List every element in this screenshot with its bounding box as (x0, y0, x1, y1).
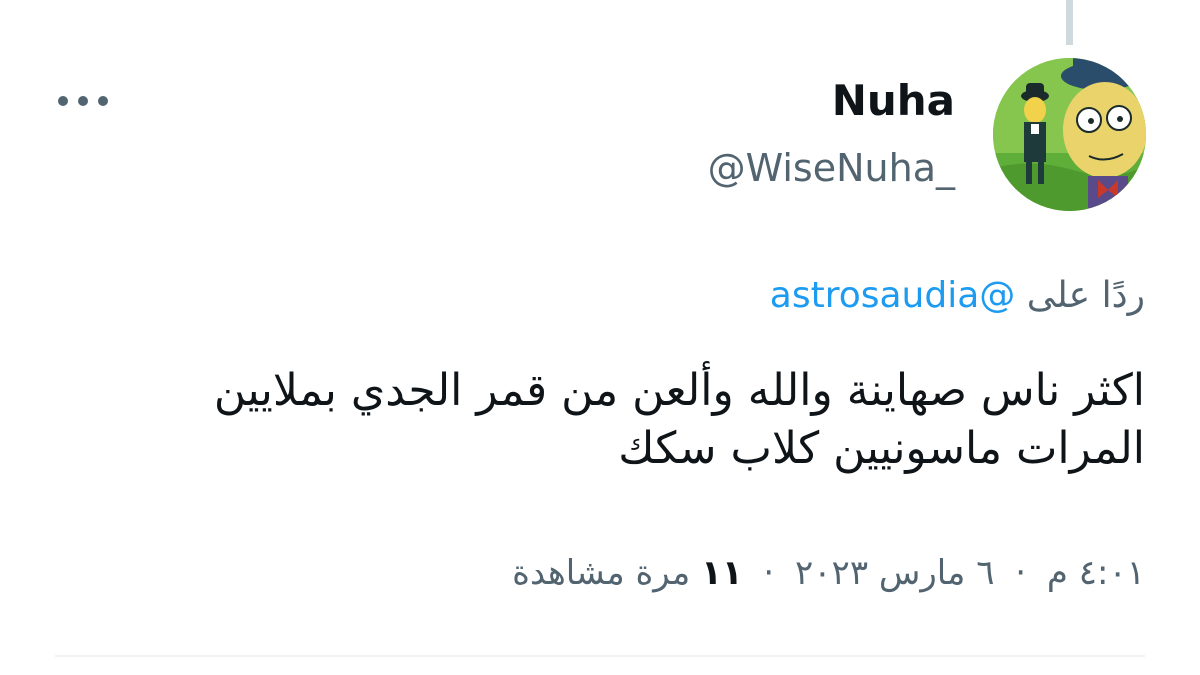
dot (78, 96, 88, 106)
reply-context: ردًا على @astrosaudia (770, 275, 1145, 316)
tweet-text-line: المرات ماسونيين كلاب سكك (618, 423, 1145, 474)
reply-prefix: ردًا على (1026, 275, 1145, 316)
tweet-date[interactable]: ٦ مارس ٢٠٢٣ (795, 553, 994, 593)
separator: · (1015, 553, 1027, 593)
avatar[interactable] (993, 58, 1146, 211)
tweet-text-line: اكثر ناس صهاينة والله وألعن من قمر الجدي… (213, 365, 1145, 416)
tweet-metadata: ٤:٠١ م · ٦ مارس ٢٠٢٣ · ١١ مرة مشاهدة (512, 553, 1145, 593)
dot (98, 96, 108, 106)
separator: · (763, 553, 775, 593)
more-options-icon[interactable] (58, 86, 108, 116)
avatar-image (993, 58, 1146, 211)
divider (55, 655, 1145, 657)
tweet-text: اكثر ناس صهاينة والله وألعن من قمر الجدي… (45, 362, 1145, 478)
dot (58, 96, 68, 106)
views-count: ١١ (701, 553, 743, 593)
reply-mention-link[interactable]: @astrosaudia (770, 275, 1016, 316)
author-name[interactable]: Nuha (832, 76, 955, 125)
thread-connector-line (1066, 0, 1073, 45)
author-handle[interactable]: @WiseNuha_ (708, 146, 955, 190)
views-label: مرة مشاهدة (512, 553, 691, 593)
tweet-time[interactable]: ٤:٠١ م (1047, 553, 1145, 593)
